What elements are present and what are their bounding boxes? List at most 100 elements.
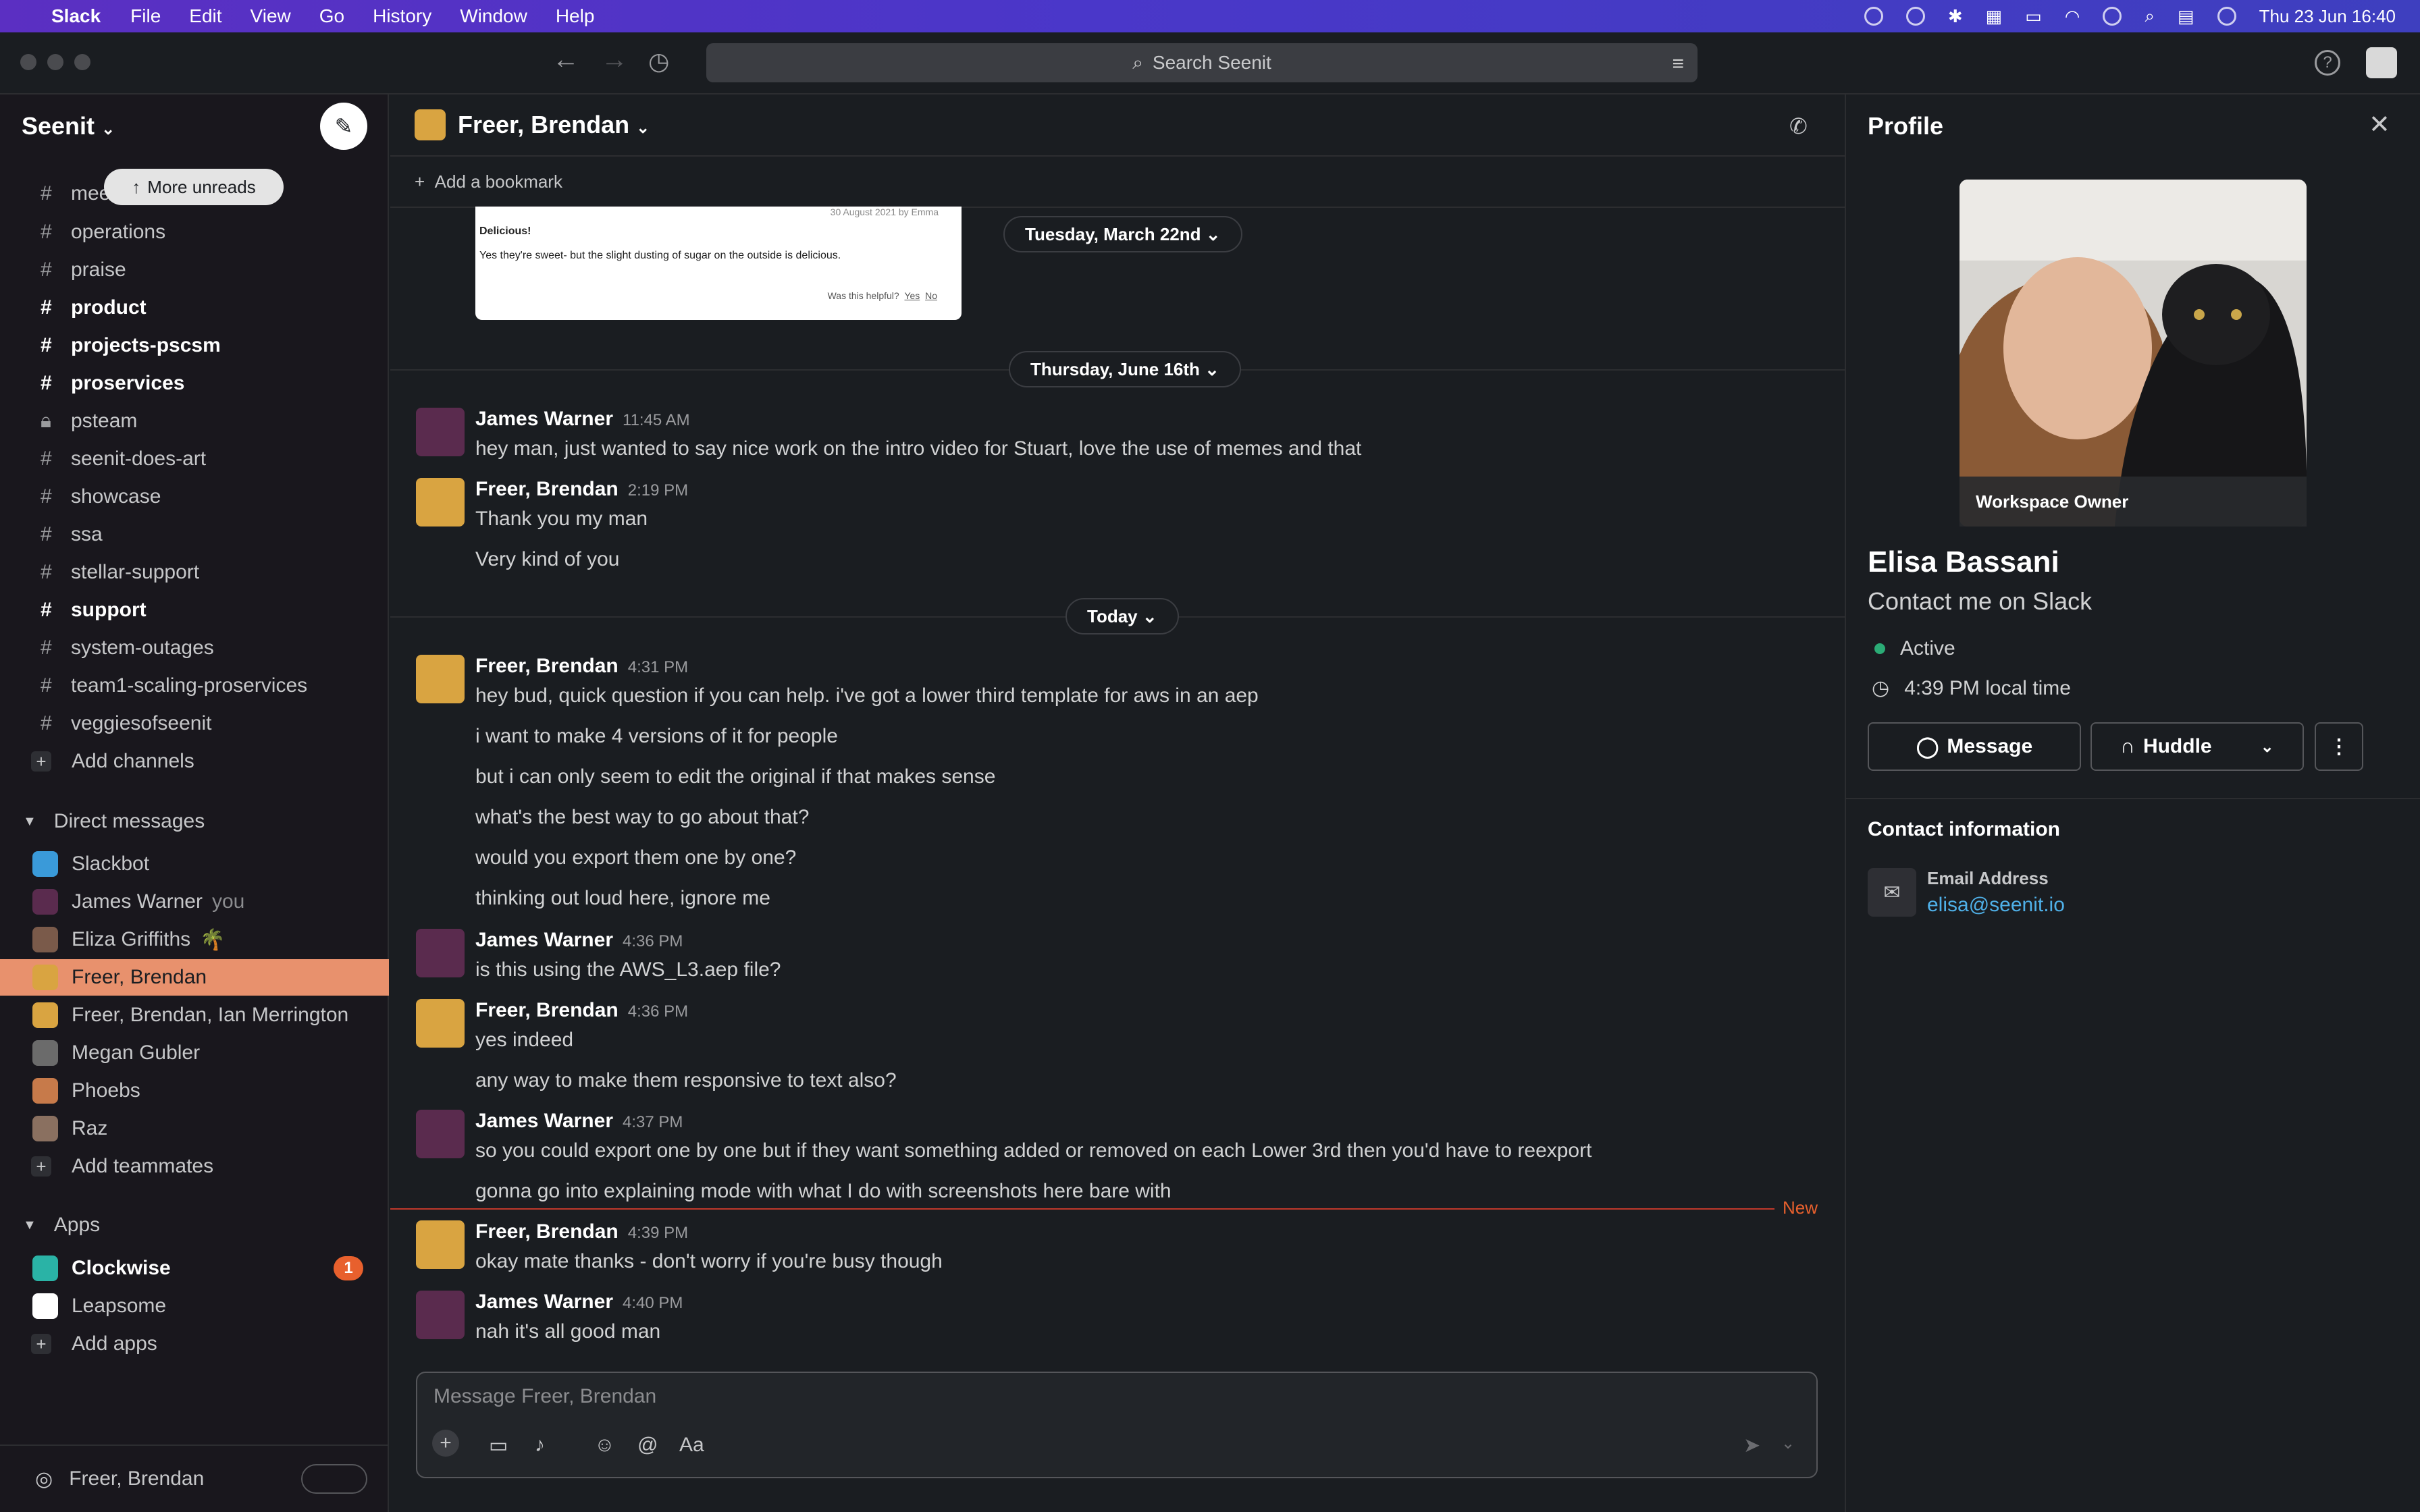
menu-edit[interactable]: Edit [189,5,221,27]
window-minimize-button[interactable] [47,54,63,70]
more-unreads-button[interactable]: ↑ More unreads [104,169,284,205]
dm-james-warner[interactable]: James Warner you [0,884,389,920]
sidebar-channel-psteam[interactable]: 🔒︎ psteam [0,403,389,439]
message-composer[interactable]: Message Freer, Brendan + ▭ ♪ ☺ @ Aa ➤ ⌄ [416,1372,1818,1478]
workspace-name[interactable]: Seenit ⌄ [22,112,115,140]
phone-icon[interactable]: ✆ [1789,113,1808,139]
menu-file[interactable]: File [130,5,161,27]
status-app-icon[interactable] [1864,7,1883,26]
avatar[interactable] [416,478,465,526]
sidebar-channel-showcase[interactable]: # showcase [0,479,389,515]
emoji-icon[interactable]: ☺ [594,1434,615,1457]
video-icon[interactable]: ▭ [489,1434,508,1457]
date-divider[interactable]: Tuesday, March 22nd ⌄ [1003,216,1242,252]
huddle-toggle[interactable] [301,1464,367,1494]
channel-title[interactable]: Freer, Brendan ⌄ [458,111,650,139]
add-apps-button[interactable]: + Add apps [0,1326,389,1362]
dm-section-header[interactable]: ▼ Direct messages [23,810,205,833]
menu-help[interactable]: Help [556,5,595,27]
message-author[interactable]: James Warner 11:45 AM [475,408,690,431]
sidebar-channel-projects-pscsm[interactable]: # projects-pscsm [0,327,389,364]
bluetooth-icon[interactable]: ✱ [1948,6,1963,27]
mention-icon[interactable]: @ [637,1434,658,1457]
sidebar-channel-stellar-support[interactable]: # stellar-support [0,554,389,591]
compose-button[interactable]: ✎ [320,103,367,150]
window-zoom-button[interactable] [74,54,90,70]
wifi-icon[interactable]: ◠ [2065,6,2080,27]
menu-view[interactable]: View [251,5,291,27]
play-icon[interactable] [1905,7,1925,26]
spotlight-icon[interactable]: ⌕ [2145,5,2155,27]
more-options-button[interactable]: ⋮ [2315,722,2363,771]
add-bookmark-button[interactable]: + Add a bookmark [415,171,562,192]
message-author[interactable]: Freer, Brendan 2:19 PM [475,478,688,501]
avatar[interactable] [416,655,465,703]
message-author[interactable]: Freer, Brendan 4:31 PM [475,655,688,678]
avatar[interactable] [416,929,465,977]
menu-go[interactable]: Go [319,5,344,27]
help-icon[interactable]: ? [2315,50,2340,76]
sidebar-channel-product[interactable]: # product [0,290,389,326]
menu-history[interactable]: History [373,5,431,27]
avatar[interactable] [416,408,465,456]
message-button[interactable]: ◯ Message [1868,722,2081,771]
dm-eliza-griffiths[interactable]: Eliza Griffiths 🌴 [0,921,389,958]
window-close-button[interactable] [20,54,36,70]
sidebar-channel-proservices[interactable]: # proservices [0,365,389,402]
history-icon[interactable]: ◷ [648,47,669,76]
menubar-datetime[interactable]: Thu 23 Jun 16:40 [2259,6,2396,27]
dm-group-freer-ian[interactable]: Freer, Brendan, Ian Merrington [0,997,389,1033]
huddle-button[interactable]: ∩ Huddle ⌄ [2090,722,2304,771]
date-divider[interactable]: Thursday, June 16th ⌄ [1009,351,1241,387]
message-author[interactable]: James Warner 4:40 PM [475,1291,683,1314]
dm-freer-brendan[interactable]: Freer, Brendan [0,959,389,996]
app-leapsome[interactable]: Leapsome [0,1288,389,1324]
sidebar-channel-support[interactable]: # support [0,592,389,628]
chevron-down-icon[interactable]: ⌄ [1781,1434,1795,1453]
message-author[interactable]: Freer, Brendan 4:36 PM [475,999,688,1022]
chevron-down-icon[interactable]: ⌄ [2261,737,2274,757]
sidebar-channel-system-outages[interactable]: # system-outages [0,630,389,666]
message-author[interactable]: James Warner 4:36 PM [475,929,683,952]
link-preview-card[interactable]: 30 August 2021 by Emma Delicious! Yes th… [475,207,962,320]
add-teammates-button[interactable]: + Add teammates [0,1148,389,1185]
sidebar-channel-praise[interactable]: # praise [0,252,389,288]
time-machine-icon[interactable] [2103,7,2122,26]
add-channels-button[interactable]: + Add channels [0,743,389,780]
close-icon[interactable]: ✕ [2369,109,2390,140]
menu-window[interactable]: Window [460,5,527,27]
sidebar-channel-team1-scaling-proservices[interactable]: # team1-scaling-proservices [0,668,389,704]
message-author[interactable]: James Warner 4:37 PM [475,1110,683,1133]
message-input[interactable]: Message Freer, Brendan [433,1385,656,1408]
battery-icon[interactable]: ▭ [2025,6,2042,27]
apps-section-header[interactable]: ▼ Apps [23,1214,100,1237]
formatting-icon[interactable]: Aa [679,1434,704,1457]
sidebar-channel-veggiesofseenit[interactable]: # veggiesofseenit [0,705,389,742]
email-link[interactable]: elisa@seenit.io [1927,894,2065,917]
dm-slackbot[interactable]: Slackbot [0,846,389,882]
avatar[interactable] [416,1291,465,1339]
flag-icon[interactable]: ▦ [1986,6,2003,27]
forward-arrow-icon[interactable]: → [601,45,628,75]
search-bar[interactable]: ⌕ Search Seenit ≡ [706,43,1698,82]
microphone-icon[interactable]: ♪ [535,1434,545,1457]
menu-app-name[interactable]: Slack [51,5,101,27]
plus-icon[interactable]: + [432,1430,459,1457]
control-center-icon[interactable]: ▤ [2178,6,2194,27]
avatar[interactable] [416,1110,465,1158]
dm-raz[interactable]: Raz [0,1110,389,1147]
dm-megan-gubler[interactable]: Megan Gubler [0,1035,389,1071]
back-arrow-icon[interactable]: ← [552,45,579,75]
siri-icon[interactable] [2217,7,2236,26]
dm-phoebs[interactable]: Phoebs [0,1073,389,1109]
user-avatar[interactable] [2366,47,2397,78]
send-icon[interactable]: ➤ [1743,1434,1760,1457]
avatar[interactable] [416,999,465,1048]
date-divider[interactable]: Today ⌄ [1066,598,1179,634]
sidebar-channel-seenit-does-art[interactable]: # seenit-does-art [0,441,389,477]
app-clockwise[interactable]: Clockwise 1 [0,1250,389,1287]
avatar[interactable] [416,1220,465,1269]
sidebar-channel-operations[interactable]: # operations [0,214,389,250]
message-author[interactable]: Freer, Brendan 4:39 PM [475,1220,688,1243]
filter-icon[interactable]: ≡ [1672,53,1684,76]
